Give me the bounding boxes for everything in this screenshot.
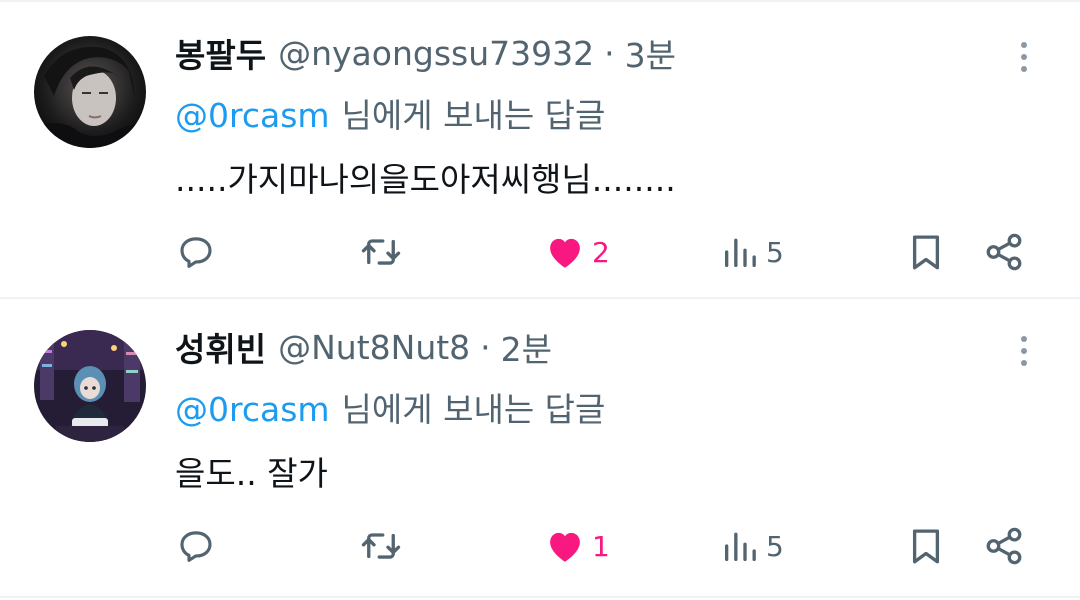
top-divider xyxy=(0,0,1080,2)
reply-icon xyxy=(180,237,212,268)
reply-tweet[interactable]: 봉팔두 @nyaongssu73932 · 3분 @0rcasm 님에게 보내는 … xyxy=(0,3,1080,297)
like-count: 1 xyxy=(592,529,610,563)
bookmark-icon xyxy=(912,529,940,564)
bookmark-button[interactable] xyxy=(905,519,947,573)
like-button[interactable]: 1 xyxy=(544,519,610,573)
views-icon xyxy=(725,532,756,561)
reply-suffix: 님에게 보내는 답글 xyxy=(341,96,606,135)
reply-suffix: 님에게 보내는 답글 xyxy=(341,390,606,429)
view-count: 5 xyxy=(766,235,784,269)
user-handle[interactable]: @nyaongssu73932 xyxy=(278,34,594,73)
reply-mention-link[interactable]: @0rcasm xyxy=(175,390,330,429)
replying-to: @0rcasm 님에게 보내는 답글 xyxy=(175,89,605,137)
view-count: 5 xyxy=(766,529,784,563)
like-count: 2 xyxy=(592,235,610,269)
heart-icon xyxy=(550,238,580,268)
bookmark-button[interactable] xyxy=(905,225,947,279)
more-icon[interactable] xyxy=(1008,331,1040,371)
tweet-divider xyxy=(0,596,1080,598)
tweet-divider xyxy=(0,297,1080,299)
reply-mention-link[interactable]: @0rcasm xyxy=(175,96,330,135)
tweet-text: 을도.. 잘가 xyxy=(175,454,328,493)
tweet-header: 성휘빈 @Nut8Nut8 · 2분 xyxy=(175,323,552,371)
reply-icon xyxy=(180,531,212,562)
action-bar: 2 5 xyxy=(0,225,1080,279)
retweet-icon xyxy=(361,239,401,265)
share-button[interactable] xyxy=(983,225,1025,279)
views-button[interactable]: 5 xyxy=(720,225,784,279)
avatar[interactable] xyxy=(34,330,146,442)
retweet-button[interactable] xyxy=(358,225,404,279)
timestamp[interactable]: 3분 xyxy=(625,29,676,77)
user-handle[interactable]: @Nut8Nut8 xyxy=(278,328,470,367)
retweet-button[interactable] xyxy=(358,519,404,573)
views-icon xyxy=(725,238,756,267)
timestamp[interactable]: 2분 xyxy=(501,323,552,371)
action-bar: 1 5 xyxy=(0,519,1080,573)
more-icon[interactable] xyxy=(1008,37,1040,77)
avatar[interactable] xyxy=(34,36,146,148)
tweet-header: 봉팔두 @nyaongssu73932 · 3분 xyxy=(175,29,676,77)
display-name[interactable]: 성휘빈 xyxy=(175,323,266,371)
tweet-text: .....가지마나의을도아저씨행님........ xyxy=(175,160,676,199)
reply-button[interactable] xyxy=(175,519,217,573)
reply-tweet[interactable]: 성휘빈 @Nut8Nut8 · 2분 @0rcasm 님에게 보내는 답글 을도.… xyxy=(0,300,1080,596)
retweet-icon xyxy=(361,533,401,559)
share-button[interactable] xyxy=(983,519,1025,573)
bookmark-icon xyxy=(912,235,940,270)
share-icon xyxy=(986,233,1022,271)
display-name[interactable]: 봉팔두 xyxy=(175,29,266,77)
views-button[interactable]: 5 xyxy=(720,519,784,573)
replying-to: @0rcasm 님에게 보내는 답글 xyxy=(175,383,605,431)
share-icon xyxy=(986,527,1022,565)
separator-dot: · xyxy=(604,33,615,73)
heart-icon xyxy=(550,532,580,562)
like-button[interactable]: 2 xyxy=(544,225,610,279)
separator-dot: · xyxy=(480,327,491,367)
reply-button[interactable] xyxy=(175,225,217,279)
